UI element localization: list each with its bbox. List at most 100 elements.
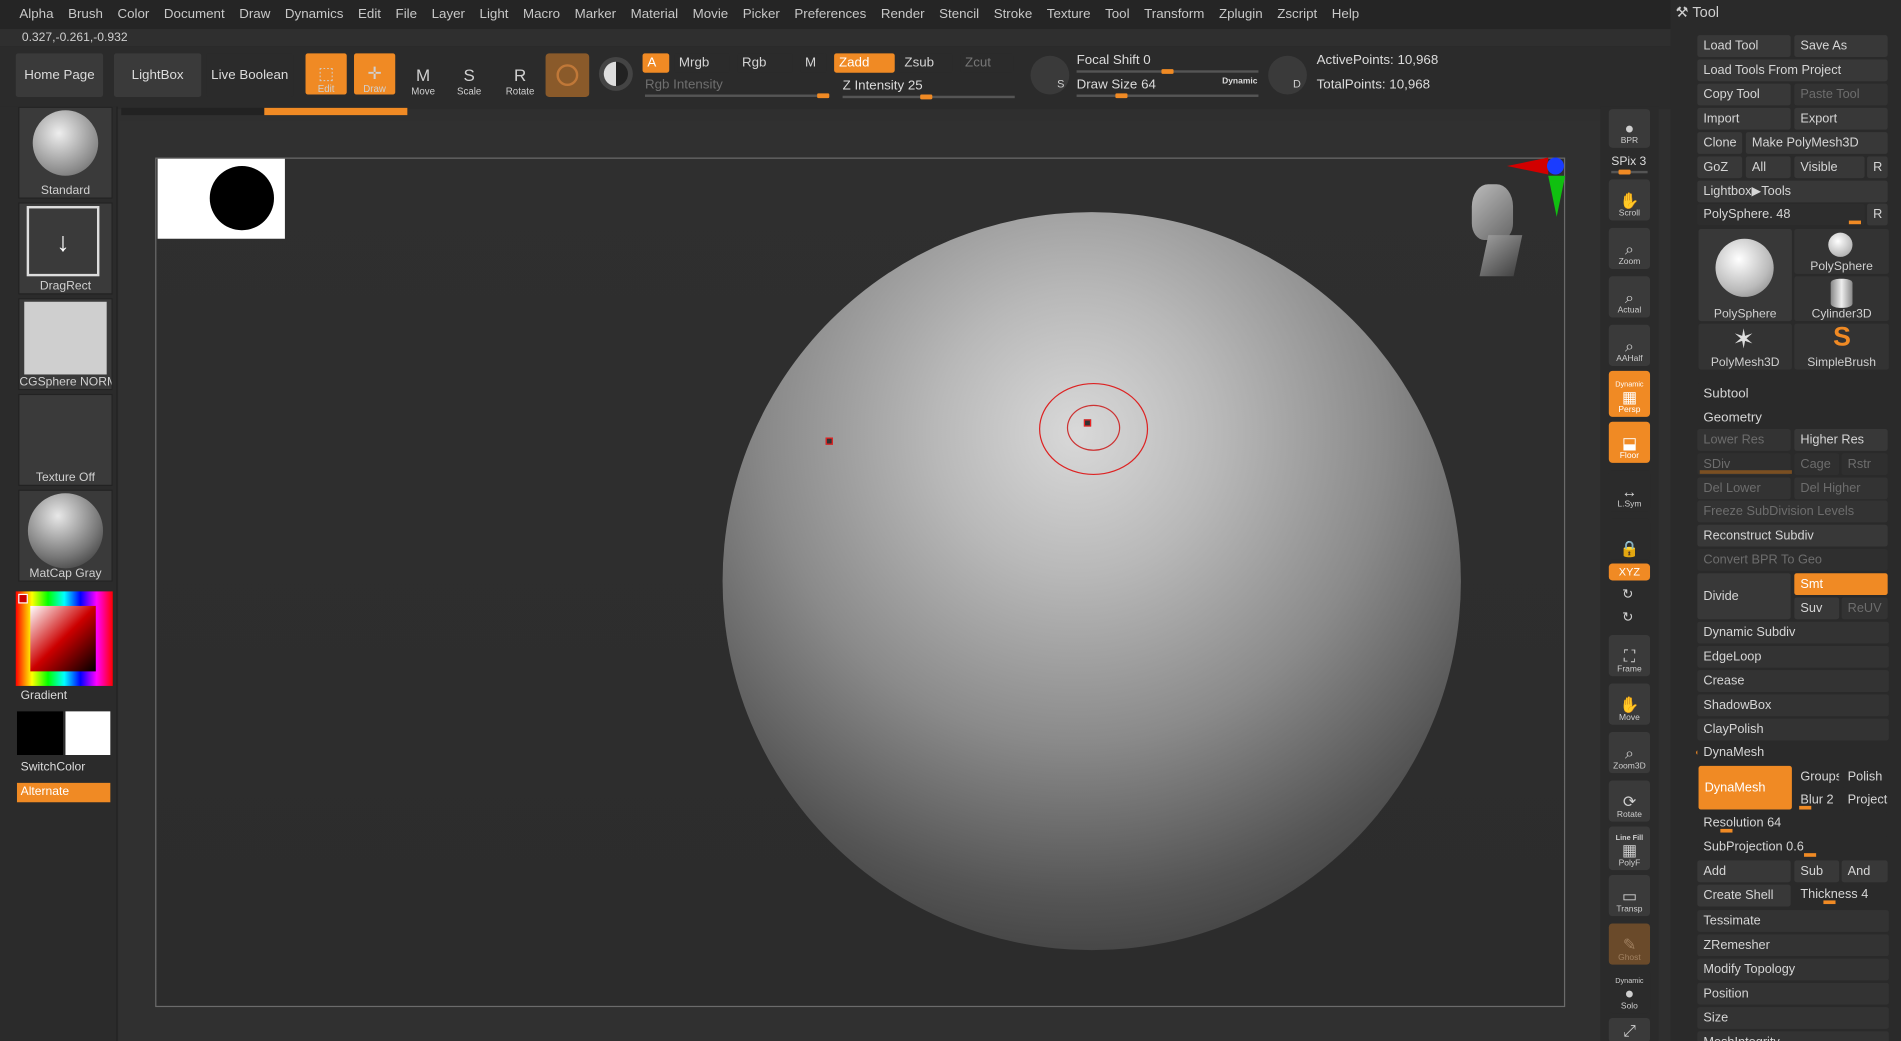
position-section[interactable]: Position [1697,982,1889,1005]
menu-item-tool[interactable]: Tool [1098,7,1137,22]
draw-mode-button[interactable]: ✛ Draw [354,53,396,95]
polysphere-r-button[interactable]: R [1867,203,1888,226]
convert-bpr-button[interactable]: Convert BPR To Geo [1697,548,1888,571]
menu-item-movie[interactable]: Movie [685,7,735,22]
dynamic-subdiv-section[interactable]: Dynamic Subdiv [1697,621,1889,644]
groups-toggle[interactable]: Groups [1794,765,1840,788]
goz-visible-button[interactable]: Visible [1794,156,1865,179]
menu-item-help[interactable]: Help [1325,7,1367,22]
edgeloop-section[interactable]: EdgeLoop [1697,645,1889,668]
polysphere-model[interactable] [722,212,1461,951]
del-higher-button[interactable]: Del Higher [1794,477,1888,500]
menu-item-preferences[interactable]: Preferences [787,7,873,22]
clone-button[interactable]: Clone [1697,132,1743,154]
home-page-button[interactable]: Home Page [15,53,104,97]
add-button[interactable]: Add [1697,860,1791,883]
size-section[interactable]: Size [1697,1007,1889,1029]
menu-item-document[interactable]: Document [157,7,232,22]
texture-thumbnail[interactable]: Texture Off [18,393,113,486]
menu-item-zplugin[interactable]: Zplugin [1212,7,1270,22]
zoom3d-button[interactable]: ⌕ Zoom3D [1608,731,1651,774]
tessimate-section[interactable]: Tessimate [1697,910,1889,932]
tool-panel-header[interactable]: ⚒ Tool [1675,4,1719,21]
dynamic-draw-size-toggle[interactable]: Dynamic [1222,78,1257,86]
zsub-toggle[interactable]: Zsub [899,53,953,73]
edit-mode-button[interactable]: ⬚ Edit [305,53,347,95]
goz-all-button[interactable]: All [1745,156,1791,179]
scroll-button[interactable]: ✋ Scroll [1608,179,1651,221]
secondary-color-swatch[interactable] [65,711,111,755]
higher-res-button[interactable]: Higher Res [1794,429,1888,451]
goz-r-button[interactable]: R [1867,156,1888,179]
lower-res-button[interactable]: Lower Res [1697,429,1791,451]
rotate-view-button[interactable]: ⟳ Rotate [1608,780,1651,822]
lightbox-tools-button[interactable]: Lightbox▶Tools [1697,180,1888,203]
switchcolor-button[interactable]: SwitchColor [21,761,86,774]
menu-item-color[interactable]: Color [110,7,156,22]
save-as-button[interactable]: Save As [1794,35,1888,57]
color-picker[interactable] [15,591,113,686]
freeze-subdivision-button[interactable]: Freeze SubDivision Levels [1697,500,1888,523]
color-square[interactable] [30,605,96,672]
del-lower-button[interactable]: Del Lower [1697,477,1791,500]
transp-button[interactable]: ▭ Transp [1608,874,1651,917]
persp-button[interactable]: Dynamic ▦ Persp [1608,370,1651,417]
aahalf-button[interactable]: ⌕ AAHalf [1608,324,1651,366]
menu-item-file[interactable]: File [388,7,424,22]
xyz-button[interactable]: XYZ [1608,563,1651,581]
reconstruct-subdiv-button[interactable]: Reconstruct Subdiv [1697,524,1888,547]
alpha-thumbnail[interactable]: CGSphere NORM [18,298,113,391]
shadowbox-section[interactable]: ShadowBox [1697,694,1889,717]
ghost-button[interactable]: ✎ Ghost [1608,923,1651,965]
floor-button[interactable]: ⬓ Floor [1608,421,1651,463]
modify-topology-section[interactable]: Modify Topology [1697,958,1889,981]
import-button[interactable]: Import [1697,107,1791,130]
m-toggle[interactable]: M [800,53,827,73]
move-mode-button[interactable]: M Move [403,56,444,97]
reuv-toggle[interactable]: ReUV [1841,597,1888,620]
menu-item-marker[interactable]: Marker [567,7,623,22]
expand-button[interactable]: ⤢ [1608,1017,1651,1041]
rgb-toggle[interactable]: Rgb [737,53,793,73]
rotate-z-icon[interactable]: ↻ [1622,610,1633,626]
zoom-button[interactable]: ⌕ Zoom [1608,227,1651,270]
zadd-toggle[interactable]: Zadd [834,53,895,73]
material-swatch-button[interactable] [545,53,590,97]
thickness-slider[interactable]: Thickness 4 [1794,883,1888,906]
smt-toggle[interactable]: Smt [1794,573,1888,596]
sub-button[interactable]: Sub [1794,860,1840,883]
stroke-d-button[interactable]: D [1268,55,1307,95]
dynamesh-button[interactable]: DynaMesh [1698,765,1792,810]
actual-button[interactable]: ⌕ Actual [1608,276,1651,318]
rotate-y-icon[interactable]: ↻ [1622,587,1633,603]
alternate-button[interactable]: Alternate [16,782,111,803]
tool-thumb-polysphere[interactable]: PolySphere [1794,229,1889,274]
lightbox-button[interactable]: LightBox [113,53,202,97]
stroke-thumbnail[interactable]: ↓ DragRect [18,202,113,295]
rstr-button[interactable]: Rstr [1841,453,1888,476]
lock-button[interactable]: 🔒 [1608,518,1651,560]
polysphere-slider[interactable]: PolySphere. 48 [1697,203,1865,226]
menu-item-dynamics[interactable]: Dynamics [278,7,351,22]
spix-slider[interactable] [1611,169,1648,175]
meshintegrity-section[interactable]: MeshIntegrity [1697,1031,1889,1041]
project-toggle[interactable]: Project [1841,788,1888,811]
draw-size-slider[interactable] [1076,93,1259,99]
z-intensity-slider[interactable] [842,94,1015,100]
a-toggle[interactable]: A [642,53,670,73]
load-tool-button[interactable]: Load Tool [1697,35,1791,57]
orientation-head-gizmo[interactable] [1467,182,1525,279]
menu-item-material[interactable]: Material [623,7,685,22]
menu-item-stencil[interactable]: Stencil [932,7,987,22]
cage-button[interactable]: Cage [1794,453,1840,476]
tool-thumb-polymesh3d[interactable]: ✶ PolyMesh3D [1698,323,1792,370]
geometry-section[interactable]: Geometry [1697,407,1889,430]
menu-item-transform[interactable]: Transform [1137,7,1212,22]
load-tools-from-project-button[interactable]: Load Tools From Project [1697,59,1888,82]
live-boolean-button[interactable]: Live Boolean [206,53,294,97]
menu-item-zscript[interactable]: Zscript [1270,7,1325,22]
material-mode-button[interactable] [598,56,633,91]
dynamesh-section[interactable]: DynaMesh [1697,741,1889,764]
menu-item-alpha[interactable]: Alpha [12,7,61,22]
tool-thumb-simplebrush[interactable]: S SimpleBrush [1794,321,1889,370]
